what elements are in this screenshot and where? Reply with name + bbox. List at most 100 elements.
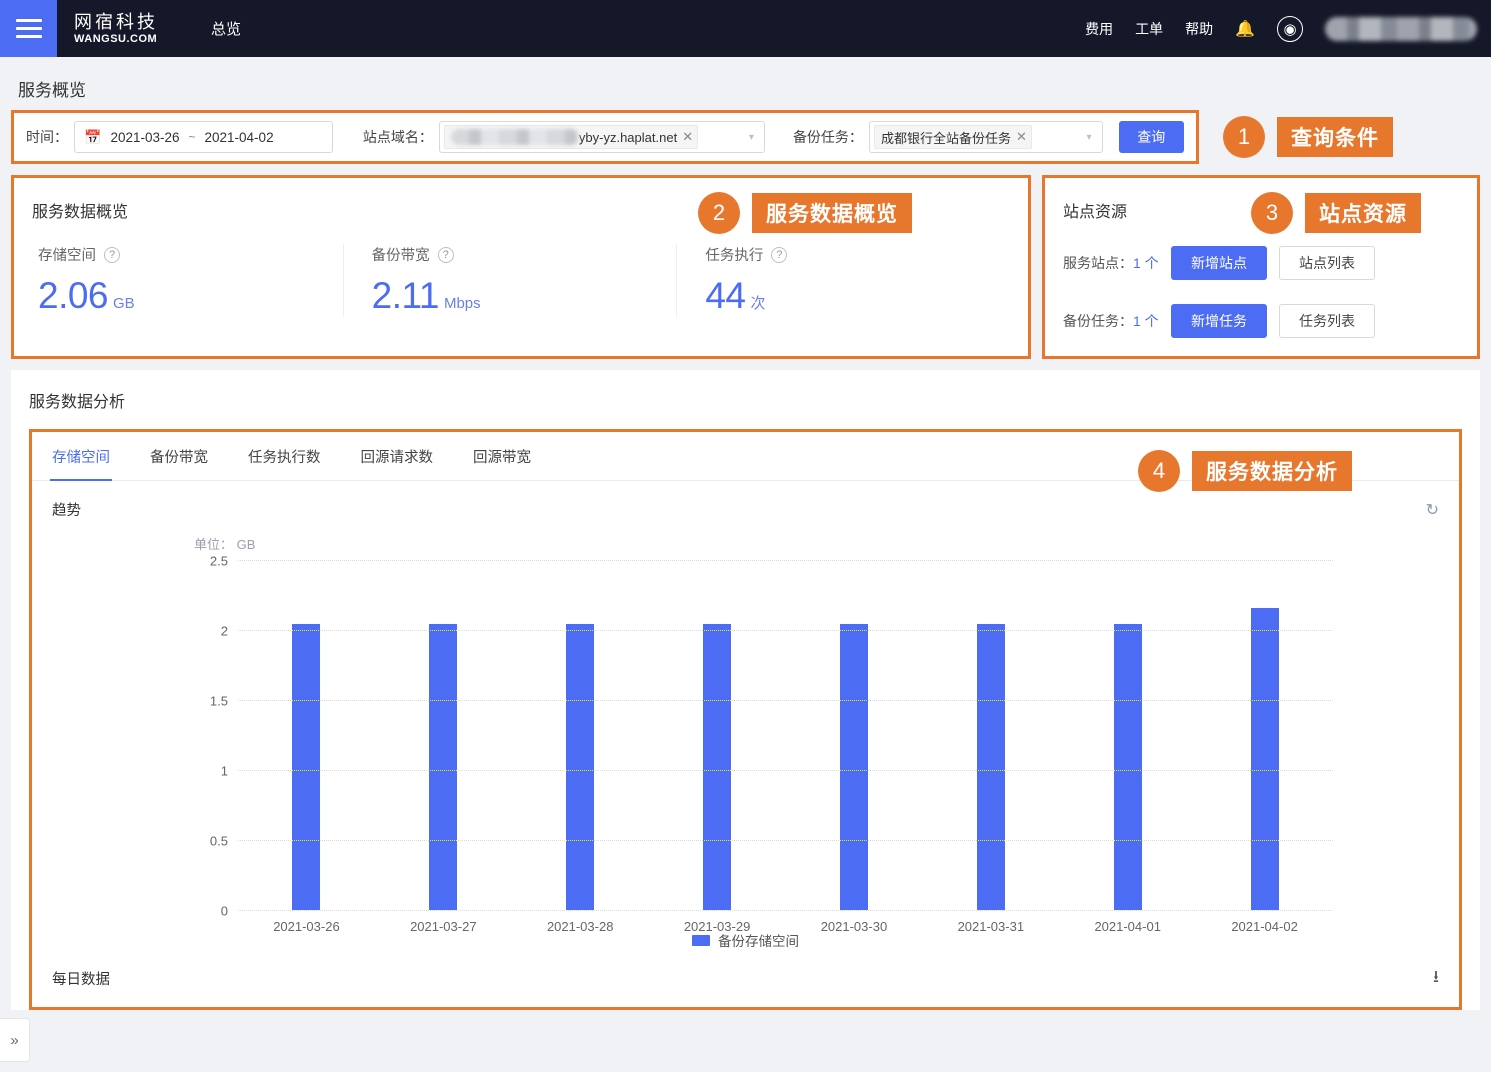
- date-start-value: 2021-03-26: [110, 129, 180, 145]
- nav-link-tickets[interactable]: 工单: [1135, 19, 1163, 39]
- domain-select[interactable]: yby-yz.haplat.net ✕ ▾: [438, 121, 765, 153]
- task-list-button[interactable]: 任务列表: [1279, 304, 1375, 338]
- chart-legend: 备份存储空间: [42, 930, 1449, 950]
- tasks-count-value: 1 个: [1133, 313, 1159, 329]
- chart-gridline: 1.5: [210, 694, 1333, 709]
- chevron-down-icon[interactable]: ▾: [1086, 132, 1095, 143]
- nav-link-help[interactable]: 帮助: [1185, 19, 1213, 39]
- page-title: 服务概览: [18, 81, 86, 100]
- query-button[interactable]: 查询: [1118, 121, 1184, 153]
- chart-unit-label: 单位： GB: [194, 534, 255, 553]
- domain-prefix-redacted: [450, 129, 579, 145]
- table-row[interactable]: [429, 624, 458, 910]
- add-task-button[interactable]: 新增任务: [1171, 304, 1267, 338]
- domain-tag-label: yby-yz.haplat.net: [578, 129, 678, 145]
- chart-y-tick-label: 1: [220, 763, 228, 779]
- help-icon[interactable]: ?: [104, 246, 120, 263]
- chart-bar-cell: [1196, 560, 1333, 910]
- metric-storage-value: 2.06: [38, 275, 109, 316]
- chevron-down-icon[interactable]: ▾: [749, 132, 758, 143]
- sites-count-label: 服务站点：1 个: [1063, 253, 1171, 273]
- nav-item-overview[interactable]: 总览: [211, 18, 241, 39]
- user-avatar-icon[interactable]: ◉: [1277, 15, 1303, 42]
- top-navigation-bar: 网宿科技 WANGSU.COM 总览 费用 工单 帮助 🔔 ◉: [0, 0, 1491, 57]
- tab-origin-bandwidth[interactable]: 回源带宽: [471, 432, 533, 481]
- tab-task-exec-count[interactable]: 任务执行数: [246, 432, 323, 481]
- table-row[interactable]: [566, 624, 595, 910]
- domain-tag: yby-yz.haplat.net ✕: [443, 125, 699, 149]
- calendar-icon: 📅: [84, 128, 102, 145]
- tab-backup-bandwidth[interactable]: 备份带宽: [148, 432, 210, 481]
- username-redacted: [1325, 16, 1477, 41]
- date-separator: ~: [188, 130, 196, 144]
- download-icon[interactable]: ⭳: [1433, 964, 1439, 993]
- backup-task-select[interactable]: 成都银行全站备份任务 ✕ ▾: [868, 121, 1103, 153]
- table-row[interactable]: [839, 624, 868, 910]
- metric-storage-label: 存储空间: [38, 248, 96, 264]
- task-tag-close-icon[interactable]: ✕: [1016, 129, 1027, 145]
- metric-task-exec-label-row: 任务执行 ?: [705, 244, 1010, 265]
- metric-bandwidth-label-row: 备份带宽 ?: [372, 244, 677, 265]
- service-data-analysis-card: 服务数据分析 4 服务数据分析 存储空间 备份带宽 任务执行数 回源请求数 回源…: [11, 370, 1480, 1010]
- chart-unit-prefix: 单位：: [194, 537, 234, 552]
- task-label: 备份任务：: [792, 129, 863, 145]
- marker-4: 4 服务数据分析: [1138, 450, 1352, 492]
- analysis-card-title: 服务数据分析: [29, 394, 126, 411]
- metric-bandwidth: 备份带宽 ? 2.11 Mbps: [342, 244, 677, 317]
- chart-y-tick-label: 0.5: [209, 833, 228, 849]
- brand-name-cn: 网宿科技: [74, 11, 158, 32]
- table-row[interactable]: [1250, 607, 1279, 910]
- marker-3-label: 站点资源: [1305, 193, 1421, 233]
- table-row[interactable]: [703, 624, 732, 910]
- metric-storage-unit: GB: [113, 295, 135, 312]
- refresh-icon[interactable]: ↻: [1426, 500, 1439, 520]
- task-tag-label: 成都银行全站备份任务: [880, 130, 1011, 146]
- metric-task-exec-unit: 次: [750, 295, 766, 312]
- marker-3: 3 站点资源: [1251, 192, 1421, 234]
- help-icon[interactable]: ?: [437, 246, 454, 263]
- tab-storage-space[interactable]: 存储空间: [50, 432, 112, 481]
- metric-bandwidth-value: 2.11: [371, 275, 440, 316]
- chart-gridline: 2.5: [210, 554, 1333, 569]
- storage-trend-chart: 单位： GB 2021-03-26 2021-03-27 2021-03-28 202…: [42, 532, 1449, 952]
- chart-y-tick-label: 1.5: [209, 693, 228, 709]
- chart-y-tick-label: 2.5: [209, 553, 228, 569]
- service-data-overview-card: 服务数据概览 2 服务数据概览 存储空间 ? 2.06 GB 备份带宽 ? 2.…: [11, 175, 1031, 359]
- metric-bandwidth-unit: Mbps: [443, 295, 481, 312]
- help-icon[interactable]: ?: [771, 246, 788, 263]
- marker-2-label: 服务数据概览: [752, 193, 912, 233]
- add-site-button[interactable]: 新增站点: [1171, 246, 1267, 280]
- marker-1: 1 查询条件: [1223, 116, 1393, 158]
- table-row[interactable]: [1113, 624, 1142, 910]
- metric-task-exec: 任务执行 ? 44 次: [676, 244, 1010, 317]
- metric-task-exec-label: 任务执行: [705, 248, 764, 264]
- resource-row-tasks: 备份任务：1 个 新增任务 任务列表: [1063, 304, 1459, 338]
- marker-4-number: 4: [1138, 450, 1180, 492]
- nav-link-billing[interactable]: 费用: [1085, 19, 1113, 39]
- metric-storage: 存储空间 ? 2.06 GB: [32, 244, 343, 317]
- bell-icon[interactable]: 🔔: [1235, 19, 1255, 39]
- chart-y-tick-label: 0: [220, 903, 228, 919]
- metric-storage-label-row: 存储空间 ?: [38, 244, 343, 265]
- tasks-count-label: 备份任务：1 个: [1063, 311, 1171, 331]
- chart-bar-cell: [786, 560, 923, 910]
- site-list-button[interactable]: 站点列表: [1279, 246, 1375, 280]
- metric-task-exec-value: 44: [705, 275, 746, 316]
- top-right-actions: 费用 工单 帮助 🔔 ◉: [1085, 15, 1491, 42]
- chart-gridline: 0: [221, 904, 1333, 919]
- marker-2: 2 服务数据概览: [698, 192, 912, 234]
- sites-count-value: 1 个: [1133, 255, 1159, 271]
- domain-tag-close-icon[interactable]: ✕: [682, 129, 693, 145]
- sidebar-collapse-toggle[interactable]: »: [0, 1018, 30, 1062]
- table-row[interactable]: [976, 624, 1005, 910]
- metric-task-exec-value-row: 44 次: [705, 275, 1010, 317]
- brand-name-en: WANGSU.COM: [74, 32, 158, 45]
- chart-bar-cell: [649, 560, 786, 910]
- date-range-picker[interactable]: 📅 2021-03-26 ~ 2021-04-02: [74, 121, 333, 153]
- table-row[interactable]: [292, 624, 321, 910]
- chart-bars: [238, 560, 1333, 910]
- tasks-label-text: 备份任务：: [1063, 313, 1133, 329]
- hamburger-menu-icon[interactable]: [0, 0, 57, 57]
- tab-origin-requests[interactable]: 回源请求数: [359, 432, 436, 481]
- chart-bar-cell: [512, 560, 649, 910]
